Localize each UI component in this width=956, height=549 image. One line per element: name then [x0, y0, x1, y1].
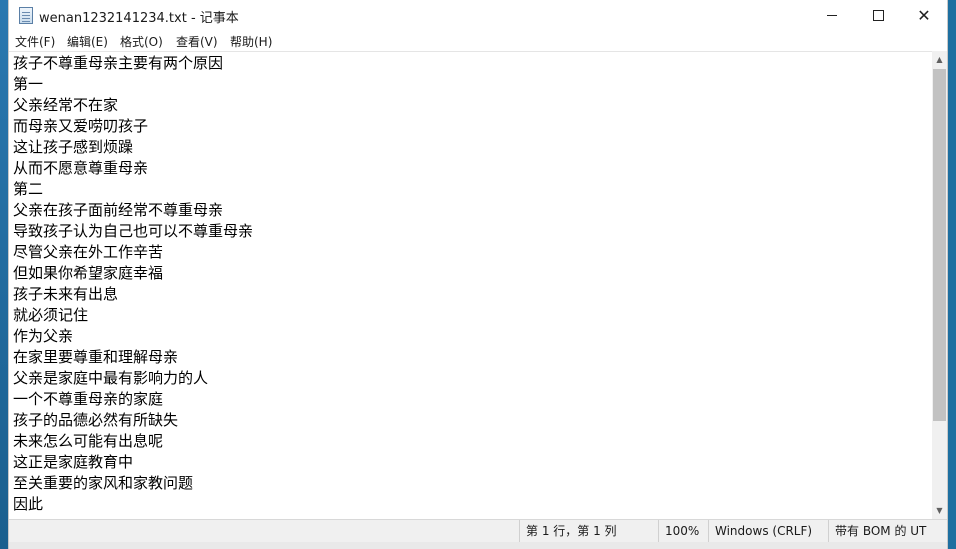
- status-zoom: 100%: [658, 520, 708, 542]
- scroll-up-button[interactable]: ▲: [932, 51, 947, 68]
- desktop-background: [0, 0, 8, 549]
- text-line: 孩子不尊重母亲主要有两个原因: [13, 54, 224, 72]
- menu-help[interactable]: 帮助(H): [230, 33, 272, 50]
- text-line: 父亲在孩子面前经常不尊重母亲: [13, 201, 224, 219]
- text-line: 未来怎么可能有出息呢: [13, 432, 164, 450]
- status-bar: 第 1 行，第 1 列 100% Windows (CRLF) 带有 BOM 的…: [9, 519, 947, 542]
- window-title: wenan1232141234.txt - 记事本: [39, 11, 239, 26]
- menu-view[interactable]: 查看(V): [176, 33, 218, 50]
- text-line: 第一: [13, 75, 44, 93]
- text-line: 从而不愿意尊重母亲: [13, 159, 149, 177]
- notepad-window: wenan1232141234.txt - 记事本 ✕ 文件(F) 编辑(E) …: [8, 0, 948, 549]
- chevron-up-icon: ▲: [936, 55, 943, 64]
- text-line: 孩子的品德必然有所缺失: [13, 411, 179, 429]
- text-line: 尽管父亲在外工作辛苦: [13, 243, 164, 261]
- maximize-icon: [872, 10, 884, 21]
- text-line: 但如果你希望家庭幸福: [13, 264, 164, 282]
- text-line: 第二: [13, 180, 44, 198]
- vertical-scrollbar[interactable]: ▲ ▼: [932, 51, 947, 519]
- window-bottom-edge: [9, 542, 947, 549]
- scroll-thumb[interactable]: [933, 69, 946, 421]
- minimize-button[interactable]: [809, 0, 855, 31]
- text-line: 作为父亲: [13, 327, 74, 345]
- title-bar[interactable]: wenan1232141234.txt - 记事本 ✕: [9, 0, 947, 31]
- text-line: 在家里要尊重和理解母亲: [13, 348, 179, 366]
- text-line: 这正是家庭教育中: [13, 453, 134, 471]
- status-encoding: 带有 BOM 的 UT: [828, 520, 947, 542]
- text-line: 而母亲又爱唠叨孩子: [13, 117, 149, 135]
- text-editor[interactable]: 孩子不尊重母亲主要有两个原因 第一 父亲经常不在家 而母亲又爱唠叨孩子 这让孩子…: [9, 51, 932, 519]
- menu-file[interactable]: 文件(F): [15, 33, 55, 50]
- text-line: 因此: [13, 495, 44, 513]
- menu-edit[interactable]: 编辑(E): [67, 33, 108, 50]
- maximize-button[interactable]: [855, 0, 901, 31]
- status-cursor-position: 第 1 行，第 1 列: [519, 520, 658, 542]
- text-line: 一个不尊重母亲的家庭: [13, 390, 164, 408]
- scroll-down-button[interactable]: ▼: [932, 502, 947, 519]
- text-line: 导致孩子认为自己也可以不尊重母亲: [13, 222, 254, 240]
- notepad-icon: [19, 7, 33, 24]
- text-line: 父亲是家庭中最有影响力的人: [13, 369, 209, 387]
- chevron-down-icon: ▼: [936, 506, 943, 515]
- text-line: 至关重要的家风和家教问题: [13, 474, 194, 492]
- menu-bar: 文件(F) 编辑(E) 格式(O) 查看(V) 帮助(H): [9, 31, 947, 51]
- text-line: 孩子未来有出息: [13, 285, 119, 303]
- close-icon: ✕: [917, 5, 931, 25]
- status-line-ending: Windows (CRLF): [708, 520, 828, 542]
- close-button[interactable]: ✕: [901, 0, 947, 31]
- text-line: 就必须记住: [13, 306, 89, 324]
- text-line: 这让孩子感到烦躁: [13, 138, 134, 156]
- text-line: 父亲经常不在家: [13, 96, 119, 114]
- minimize-icon: [827, 15, 837, 16]
- menu-format[interactable]: 格式(O): [120, 33, 163, 50]
